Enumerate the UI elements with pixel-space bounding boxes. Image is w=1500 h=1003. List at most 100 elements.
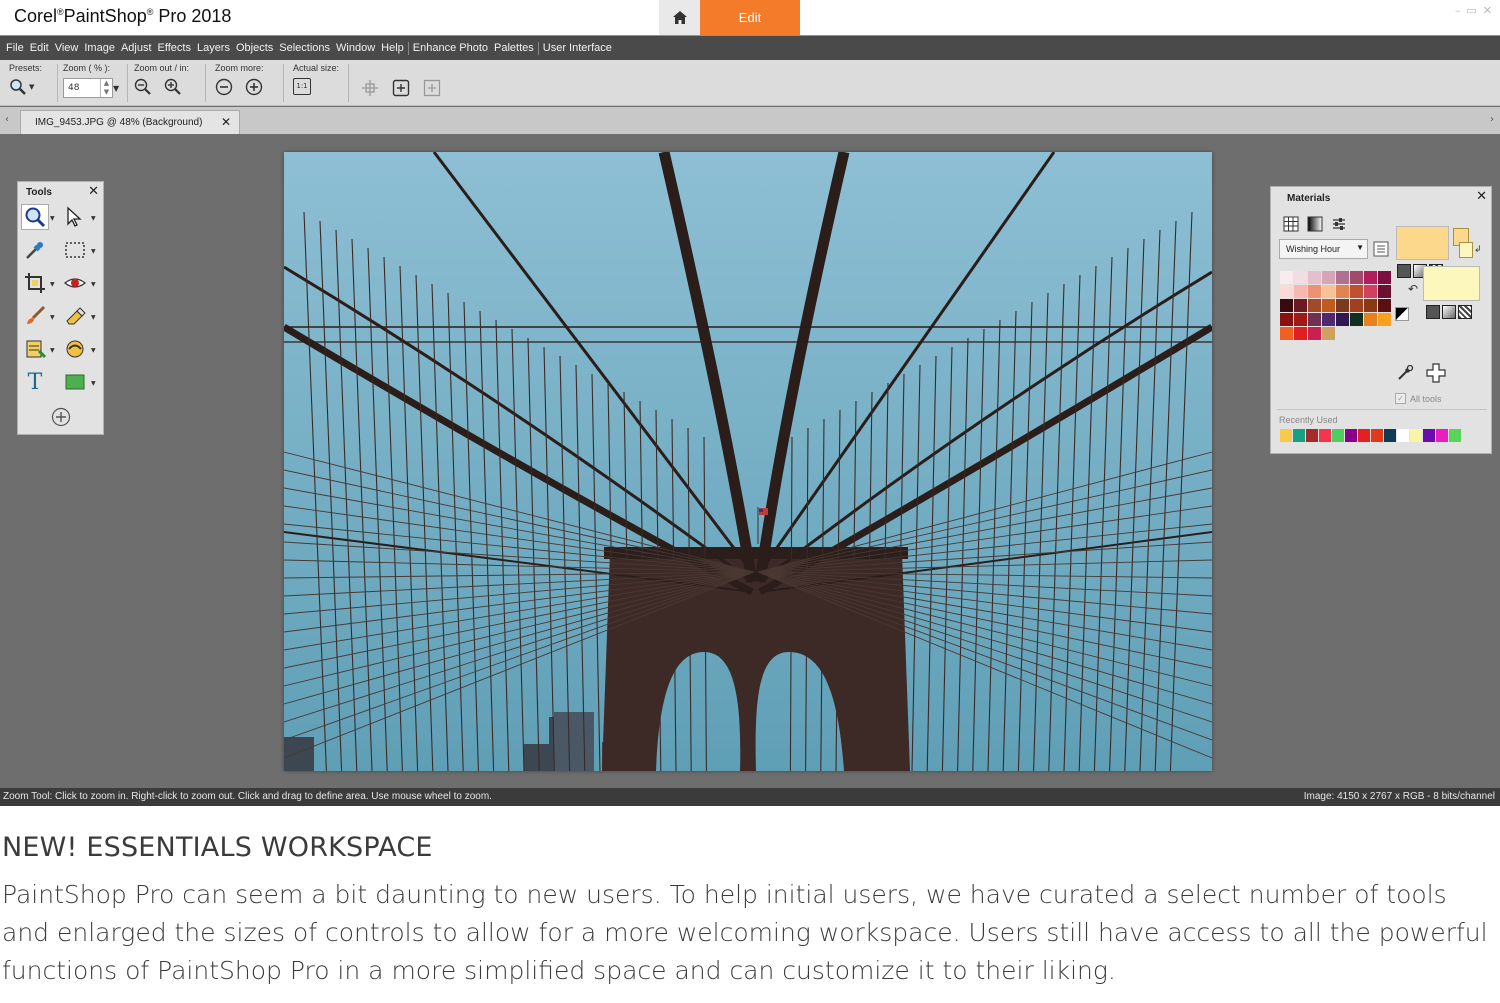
selection-tool[interactable] xyxy=(61,237,89,263)
chevron-down-icon[interactable]: ▼ xyxy=(50,215,55,222)
pan-icon[interactable] xyxy=(361,79,379,97)
color-swatch[interactable] xyxy=(1294,271,1307,284)
image-canvas[interactable] xyxy=(284,152,1212,771)
paint-brush-tool[interactable] xyxy=(21,303,49,329)
color-swatch[interactable] xyxy=(1378,271,1391,284)
recent-color-swatch[interactable] xyxy=(1449,429,1462,442)
color-swatch[interactable] xyxy=(1308,271,1321,284)
color-swatch[interactable] xyxy=(1350,271,1363,284)
color-swatch[interactable] xyxy=(1336,313,1349,326)
close-icon[interactable]: ✕ xyxy=(88,184,99,199)
color-swatch[interactable] xyxy=(1336,271,1349,284)
color-swatch[interactable] xyxy=(1308,313,1321,326)
chevron-down-icon[interactable]: ▼ xyxy=(91,281,96,288)
recent-color-swatch[interactable] xyxy=(1397,429,1410,442)
color-swatch[interactable] xyxy=(1364,271,1377,284)
chevron-down-icon[interactable]: ▼ xyxy=(91,314,96,321)
tab-scroll-right-icon[interactable]: › xyxy=(1490,114,1494,125)
color-swatch[interactable] xyxy=(1280,285,1293,298)
texture-style-icon[interactable] xyxy=(1458,305,1472,319)
zoom-in-icon[interactable] xyxy=(164,78,182,96)
fit-window-icon[interactable] xyxy=(392,79,410,97)
swap-colors-icon[interactable]: ↶ xyxy=(1408,282,1418,296)
add-tool-button[interactable] xyxy=(47,404,75,430)
swap-small-icon[interactable]: ↲ xyxy=(1474,245,1482,255)
close-icon[interactable]: ✕ xyxy=(221,115,231,129)
menu-palettes[interactable]: Palettes xyxy=(494,42,534,54)
color-swatch[interactable] xyxy=(1308,285,1321,298)
eyedropper-button[interactable] xyxy=(1397,363,1415,385)
recent-color-swatch[interactable] xyxy=(1319,429,1332,442)
menu-effects[interactable]: Effects xyxy=(158,42,191,54)
recent-color-swatch[interactable] xyxy=(1345,429,1358,442)
color-style-icon[interactable] xyxy=(1426,305,1440,319)
recent-color-swatch[interactable] xyxy=(1436,429,1449,442)
color-swatch[interactable] xyxy=(1322,271,1335,284)
menu-edit[interactable]: Edit xyxy=(30,42,49,54)
pick-tool[interactable] xyxy=(61,204,89,230)
edit-tab[interactable]: Edit xyxy=(700,0,800,35)
menu-image[interactable]: Image xyxy=(84,42,115,54)
reset-colors-icon[interactable] xyxy=(1395,307,1409,321)
color-swatch[interactable] xyxy=(1350,299,1363,312)
recent-color-swatch[interactable] xyxy=(1332,429,1345,442)
menu-objects[interactable]: Objects xyxy=(236,42,273,54)
color-swatch[interactable] xyxy=(1294,313,1307,326)
document-tab[interactable]: IMG_9453.JPG @ 48% (Background) ✕ xyxy=(20,110,240,134)
color-swatch[interactable] xyxy=(1308,327,1321,340)
recent-color-swatch[interactable] xyxy=(1423,429,1436,442)
color-swatch[interactable] xyxy=(1336,299,1349,312)
zoom-percent-input[interactable]: 48 ▲ ▼ xyxy=(63,78,113,98)
color-swatch[interactable] xyxy=(1378,313,1391,326)
recent-color-swatch[interactable] xyxy=(1384,429,1397,442)
close-icon[interactable]: ✕ xyxy=(1476,189,1487,204)
chevron-down-icon[interactable]: ▼ xyxy=(91,380,96,387)
color-swatch[interactable] xyxy=(1350,313,1363,326)
foreground-color-swatch[interactable] xyxy=(1396,226,1449,260)
text-tool[interactable]: T xyxy=(21,369,49,395)
zoom-more-out-icon[interactable] xyxy=(215,78,233,96)
actual-size-button[interactable]: 1:1 xyxy=(293,78,311,95)
color-swatch[interactable] xyxy=(1322,313,1335,326)
adjust-tab[interactable] xyxy=(1329,214,1349,234)
swatches-tab[interactable] xyxy=(1281,214,1301,234)
minimize-button[interactable]: – xyxy=(1455,4,1461,17)
background-color-swatch[interactable] xyxy=(1423,266,1480,301)
color-swatch[interactable] xyxy=(1308,299,1321,312)
menu-view[interactable]: View xyxy=(55,42,79,54)
color-swatch[interactable] xyxy=(1336,285,1349,298)
chevron-down-icon[interactable]: ▼ xyxy=(91,347,96,354)
gradient-style-icon[interactable] xyxy=(1442,305,1456,319)
color-swatch[interactable] xyxy=(1378,285,1391,298)
background-mini-swatch[interactable] xyxy=(1459,242,1473,258)
color-swatch[interactable] xyxy=(1280,313,1293,326)
home-tab[interactable] xyxy=(659,0,700,35)
presets-dropdown[interactable]: ▼ xyxy=(9,78,34,96)
color-swatch[interactable] xyxy=(1378,299,1391,312)
color-style-icon[interactable] xyxy=(1397,264,1411,278)
maximize-button[interactable]: ▭ xyxy=(1466,4,1476,17)
menu-file[interactable]: File xyxy=(6,42,24,54)
menu-help[interactable]: Help xyxy=(381,42,404,54)
shape-tool[interactable] xyxy=(61,369,89,395)
recent-color-swatch[interactable] xyxy=(1306,429,1319,442)
menu-user-interface[interactable]: User Interface xyxy=(543,42,612,54)
zoom-out-icon[interactable] xyxy=(134,78,152,96)
gradients-tab[interactable] xyxy=(1305,214,1325,234)
color-swatch[interactable] xyxy=(1364,313,1377,326)
recent-color-swatch[interactable] xyxy=(1410,429,1423,442)
recent-color-swatch[interactable] xyxy=(1358,429,1371,442)
menu-enhance-photo[interactable]: Enhance Photo xyxy=(413,42,488,54)
zoom-more-in-icon[interactable] xyxy=(245,78,263,96)
color-swatch[interactable] xyxy=(1294,327,1307,340)
chevron-down-icon[interactable]: ▼ xyxy=(50,347,55,354)
crop-tool[interactable] xyxy=(21,270,49,296)
menu-layers[interactable]: Layers xyxy=(197,42,230,54)
dropper-tool[interactable] xyxy=(21,237,49,263)
all-tools-checkbox[interactable]: ✓ All tools xyxy=(1395,393,1442,404)
chevron-down-icon[interactable]: ▼ xyxy=(50,314,55,321)
color-swatch[interactable] xyxy=(1322,285,1335,298)
menu-window[interactable]: Window xyxy=(336,42,375,54)
chevron-down-icon[interactable]: ▼ xyxy=(91,215,96,222)
smudge-tool[interactable] xyxy=(61,336,89,362)
